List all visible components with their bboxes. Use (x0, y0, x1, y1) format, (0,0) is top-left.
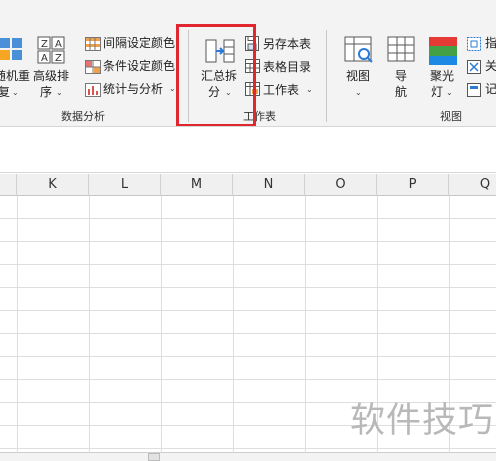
right-command-label-2: 关 (485, 59, 496, 73)
random-repeat-label-2: 复 (0, 85, 11, 99)
sheet-tab-bar[interactable] (0, 452, 496, 461)
chevron-down-icon: ⌄ (169, 84, 176, 93)
record-icon (467, 82, 482, 97)
grid-column-line (89, 196, 90, 454)
view-icon (344, 36, 374, 64)
sort-az-icon: Z A A Z (37, 36, 67, 64)
stats-icon (85, 82, 101, 97)
chevron-down-icon: ⌄ (306, 85, 313, 94)
svg-text:Z: Z (41, 39, 48, 50)
grid-row-line (0, 356, 496, 357)
chevron-down-icon: ⌄ (446, 88, 453, 97)
spreadsheet-window: 随机重 复 ⌄ Z A A Z 高级排 序 ⌄ 间隔设定颜色 条件设定颜色 统计… (0, 0, 496, 461)
svg-text:A: A (41, 53, 48, 64)
random-repeat-label-1: 随机重 (0, 69, 31, 83)
advanced-sort-label-2: 序 (40, 85, 53, 99)
highlight-box (176, 24, 256, 127)
grid-row-line (0, 218, 496, 219)
chevron-down-icon: ⌄ (56, 88, 63, 97)
condition-color-icon (85, 59, 101, 74)
grid-row-line (0, 241, 496, 242)
interval-color-label: 间隔设定颜色 (103, 36, 176, 50)
svg-text:A: A (55, 39, 62, 50)
spotlight-label-1: 聚光 (430, 69, 455, 83)
spotlight-label-2: 灯 (431, 85, 444, 99)
close-window-icon (467, 59, 482, 74)
random-repeat-icon (0, 36, 24, 62)
column-header-q[interactable]: Q (449, 174, 496, 196)
grid-column-line (17, 196, 18, 454)
table-index-label: 表格目录 (263, 60, 312, 74)
svg-text:Z: Z (55, 53, 62, 64)
chevron-down-icon: ⌄ (355, 88, 362, 97)
interval-color-icon (85, 36, 101, 51)
grid-row-line (0, 287, 496, 288)
grid-column-line (233, 196, 234, 454)
right-command-label-3: 记 (485, 82, 496, 96)
grid-column-line (161, 196, 162, 454)
watermark-text: 软件技巧 (350, 401, 495, 441)
column-header-n[interactable]: N (233, 174, 305, 196)
column-header-p[interactable]: P (377, 174, 449, 196)
chevron-down-icon: ⌄ (12, 88, 19, 97)
spotlight-icon (429, 37, 457, 65)
formula-bar-area[interactable] (0, 126, 496, 173)
column-header-m[interactable]: M (161, 174, 233, 196)
navigate-label-1: 导 (395, 69, 408, 83)
grid-column-line (305, 196, 306, 454)
advanced-sort-label-1: 高级排 (33, 69, 70, 83)
group-label-data-analysis: 数据分析 (61, 110, 105, 123)
save-sheet-label: 另存本表 (263, 37, 312, 51)
group-divider (326, 30, 327, 122)
group-label-view: 视图 (440, 110, 462, 123)
grid-row-line (0, 379, 496, 380)
scroll-left-icon[interactable] (148, 453, 160, 461)
grid-row-line (0, 264, 496, 265)
grid-row-line (0, 448, 496, 449)
condition-color-label: 条件设定颜色 (103, 59, 176, 73)
column-header-o[interactable]: O (305, 174, 377, 196)
grid-row-line (0, 310, 496, 311)
stats-analysis-label: 统计与分析 (103, 82, 164, 96)
column-header-k[interactable]: K (17, 174, 89, 196)
column-header-row: K L M N O P Q (0, 174, 496, 196)
freeze-icon (467, 36, 482, 51)
navigate-label-2: 航 (395, 85, 408, 99)
right-command-label-1: 指 (485, 36, 496, 50)
worksheet-label: 工作表 (263, 83, 300, 97)
column-header-partial[interactable] (0, 174, 17, 196)
grid-row-line (0, 333, 496, 334)
navigate-icon (387, 36, 417, 64)
view-label: 视图 (346, 69, 371, 83)
column-header-l[interactable]: L (89, 174, 161, 196)
